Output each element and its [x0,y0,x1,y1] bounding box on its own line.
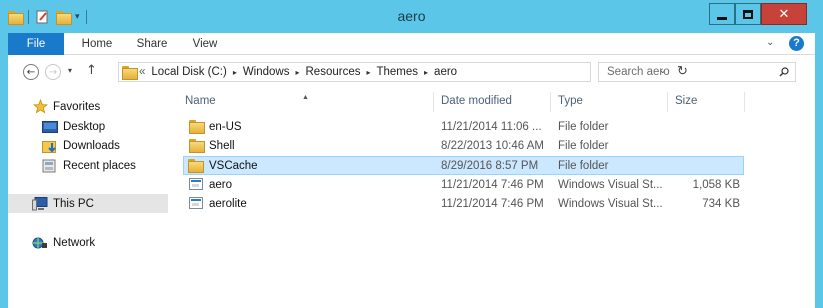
column-header-type[interactable]: Type [551,92,668,112]
nav-item-downloads[interactable]: Downloads [8,136,168,155]
minimize-icon [717,16,727,20]
file-date-modified: 11/21/2014 7:46 PM [441,198,544,210]
file-type: Windows Visual St... [558,198,663,210]
file-name: en-US [209,121,242,133]
visual-style-file-icon [189,197,205,211]
nav-item-this-pc[interactable]: This PC [8,194,168,213]
search-placeholder: Search aero [607,66,670,78]
file-type: File folder [558,121,609,133]
visual-style-file-icon [189,178,205,192]
recent-locations-icon[interactable]: ▾ [68,66,72,75]
ribbon-tabs: File Home Share View ⌄ ? [8,33,815,55]
file-row-en-us[interactable]: en-US 11/21/2014 11:06 ... File folder [185,118,745,137]
nav-item-label: Favorites [53,100,101,113]
file-row-shell[interactable]: Shell 8/22/2013 10:46 AM File folder [185,137,745,156]
tab-home[interactable]: Home [78,33,116,55]
network-icon [32,236,48,250]
sort-ascending-icon: ▲ [302,94,309,101]
nav-favorites[interactable]: Favorites [8,97,168,116]
column-header-name[interactable]: Name ▲ [178,92,434,112]
folder-icon [189,139,205,153]
close-button[interactable]: ✕ [761,3,807,25]
file-name: aero [209,179,233,191]
column-header-size[interactable]: Size [668,92,745,112]
downloads-icon [42,139,58,153]
file-size: 734 KB [702,198,740,210]
folder-icon [188,159,204,173]
tab-view[interactable]: View [190,33,220,55]
breadcrumb-resources[interactable]: Resources [306,66,361,78]
tab-file[interactable]: File [8,33,64,55]
nav-item-label: Network [53,236,96,249]
file-row-aero[interactable]: aero 11/21/2014 7:46 PM Windows Visual S… [185,176,745,195]
file-date-modified: 8/22/2013 10:46 AM [441,140,544,152]
breadcrumb-separator-icon[interactable]: ▸ [366,68,370,77]
file-name: aerolite [209,198,247,210]
minimize-button[interactable] [709,3,735,25]
file-size: 1,058 KB [692,179,740,191]
computer-icon [32,196,48,211]
recent-places-icon [42,159,58,173]
file-type: Windows Visual St... [558,179,663,191]
file-row-aerolite[interactable]: aerolite 11/21/2014 7:46 PM Windows Visu… [185,195,745,214]
nav-item-label: Desktop [63,120,106,133]
nav-item-label: This PC [53,197,94,210]
nav-item-recent-places[interactable]: Recent places [8,156,168,175]
file-date-modified: 11/21/2014 7:46 PM [441,179,544,191]
column-header-row: Name ▲ Date modified Type Size [178,88,748,113]
file-type: File folder [558,160,609,172]
star-icon [32,99,48,114]
up-button[interactable]: ↑ [86,63,97,78]
window-title: aero [397,8,426,24]
back-button[interactable]: ← [23,64,39,80]
navigation-bar: ← → ▾ ↑ « Local Disk (C:) ▸ Windows ▸ Re… [8,55,815,88]
folder-icon [122,66,138,80]
close-icon: ✕ [778,6,790,22]
column-header-label: Name [185,95,216,107]
content-area: Favorites Desktop Downloads Recent place… [8,88,815,308]
address-bar[interactable]: « Local Disk (C:) ▸ Windows ▸ Resources … [118,62,688,82]
folder-icon [189,120,205,134]
overflow-chevron-icon[interactable]: « [139,66,145,78]
file-name: VSCache [209,160,258,172]
file-type: File folder [558,140,609,152]
search-input[interactable]: Search aero [598,62,796,82]
file-date-modified: 8/29/2016 8:57 PM [441,160,539,172]
title-bar[interactable]: ▾ aero ✕ [0,0,823,33]
nav-item-label: Recent places [63,159,136,172]
maximize-icon [743,9,753,19]
breadcrumb-separator-icon[interactable]: ▸ [295,68,299,77]
forward-button[interactable]: → [45,64,61,80]
nav-item-network[interactable]: Network [8,233,168,252]
file-date-modified: 11/21/2014 11:06 ... [441,121,542,133]
help-icon[interactable]: ? [789,36,804,51]
file-row-vscache[interactable]: VSCache 8/29/2016 8:57 PM File folder [183,156,744,175]
nav-item-desktop[interactable]: Desktop [8,117,168,136]
maximize-button[interactable] [735,3,761,25]
breadcrumb-windows[interactable]: Windows [243,66,290,78]
breadcrumb-separator-icon[interactable]: ▸ [424,68,428,77]
breadcrumb-separator-icon[interactable]: ▸ [233,68,237,77]
navigation-pane: Favorites Desktop Downloads Recent place… [8,88,168,308]
breadcrumb-local-disk[interactable]: Local Disk (C:) [151,66,226,78]
breadcrumb-aero[interactable]: aero [434,66,457,78]
breadcrumb-themes[interactable]: Themes [376,66,418,78]
tab-share[interactable]: Share [134,33,170,55]
expand-ribbon-icon[interactable]: ⌄ [766,37,774,48]
search-icon [779,67,789,77]
file-name: Shell [209,140,235,152]
column-header-date-modified[interactable]: Date modified [434,92,551,112]
desktop-icon [42,120,58,134]
nav-item-label: Downloads [63,139,120,152]
explorer-window: ▾ aero ✕ File Home Share View ⌄ ? ← → ▾ … [0,0,823,308]
